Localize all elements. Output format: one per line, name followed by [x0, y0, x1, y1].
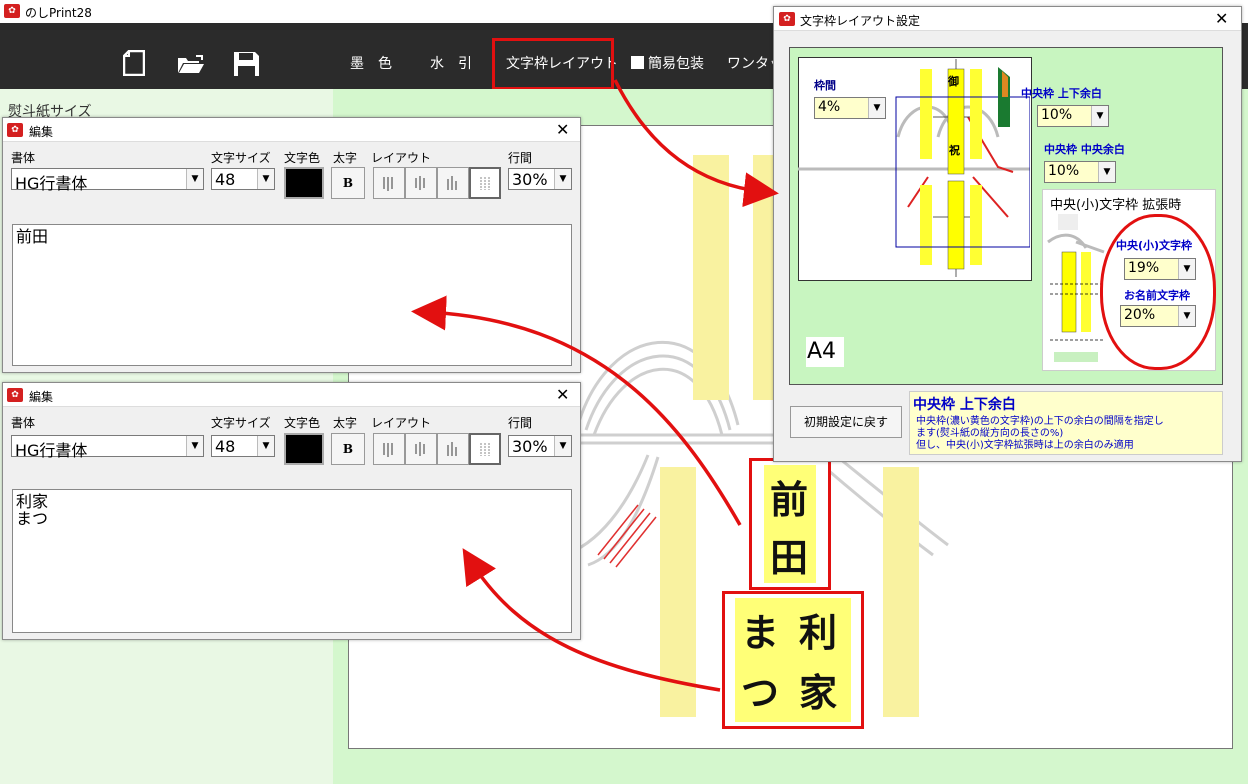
annotation-arrows: [411, 79, 779, 692]
